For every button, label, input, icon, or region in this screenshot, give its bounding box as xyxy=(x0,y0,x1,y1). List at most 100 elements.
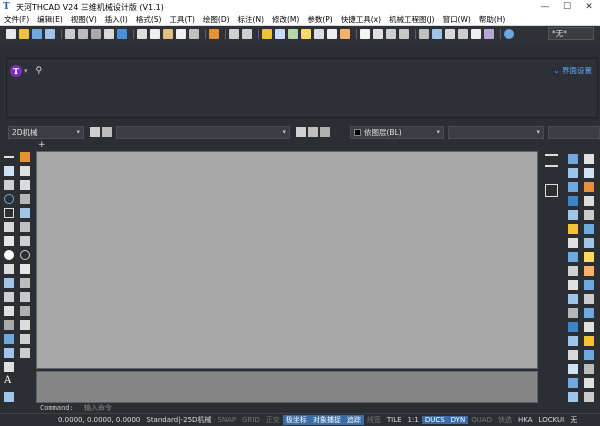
pan-hand-icon[interactable] xyxy=(360,29,370,39)
save-icon[interactable] xyxy=(32,29,42,39)
properties-sliders-icon[interactable] xyxy=(545,154,558,167)
multiline-icon[interactable] xyxy=(20,166,30,176)
toggle-osnap[interactable]: 对象捕捉 xyxy=(309,415,344,425)
command-line[interactable]: Command: 输入命令 xyxy=(34,403,538,413)
mech-tool-icon[interactable] xyxy=(584,364,594,374)
text-icon[interactable]: A xyxy=(4,376,14,386)
mech-tool-icon[interactable] xyxy=(584,196,594,206)
toggle-grid[interactable]: GRID xyxy=(239,416,263,424)
search-icon[interactable]: ⚲ xyxy=(36,66,43,76)
toggle-quad[interactable]: QUAD xyxy=(468,416,495,424)
mech-tool-icon[interactable] xyxy=(584,168,594,178)
mech-tool-icon[interactable] xyxy=(568,168,578,178)
rectangle-icon[interactable] xyxy=(4,208,14,218)
ucs-world-icon[interactable] xyxy=(288,29,298,39)
hatch-icon[interactable] xyxy=(4,264,14,274)
print-icon[interactable] xyxy=(65,29,75,39)
toggle-polar[interactable]: 极坐标 xyxy=(282,415,310,425)
mtext-icon[interactable] xyxy=(4,362,14,372)
drawing-canvas[interactable] xyxy=(36,151,538,369)
mech-tool-icon[interactable] xyxy=(584,238,594,248)
menu-window[interactable]: 窗口(W) xyxy=(439,14,475,25)
toggle-tile[interactable]: TILE xyxy=(384,416,405,424)
xline-icon[interactable] xyxy=(20,152,30,162)
undo-icon[interactable] xyxy=(229,29,239,39)
scale-readout[interactable]: 1:1 xyxy=(405,416,422,424)
copy-icon[interactable] xyxy=(150,29,160,39)
minimize-icon[interactable]: — xyxy=(534,0,556,14)
mech-tool-icon[interactable] xyxy=(584,392,594,402)
donut-icon[interactable] xyxy=(20,250,30,260)
command-input[interactable]: 输入命令 xyxy=(84,404,112,412)
toggle-ortho[interactable]: 正交 xyxy=(263,415,283,425)
design-center-icon[interactable] xyxy=(432,29,442,39)
toggle-dyn[interactable]: DYN xyxy=(447,416,469,424)
calculator-icon[interactable] xyxy=(484,29,494,39)
mech-tool-icon[interactable] xyxy=(584,252,594,262)
helix-icon[interactable] xyxy=(20,306,30,316)
make-block-icon[interactable] xyxy=(20,236,30,246)
mech-tool-icon[interactable] xyxy=(584,154,594,164)
menu-edit[interactable]: 编辑(E) xyxy=(33,14,67,25)
mech-tool-icon[interactable] xyxy=(568,280,578,290)
mech-tool-icon[interactable] xyxy=(568,154,578,164)
mech-tool-icon[interactable] xyxy=(568,210,578,220)
toggle-lockui[interactable]: LOCKUI xyxy=(536,416,568,424)
zoom-realtime-icon[interactable] xyxy=(373,29,383,39)
tool-palette-icon[interactable] xyxy=(445,29,455,39)
mech-tool-icon[interactable] xyxy=(584,308,594,318)
view-box-icon[interactable] xyxy=(327,29,337,39)
point-icon[interactable] xyxy=(4,250,14,260)
mech-tool-icon[interactable] xyxy=(584,182,594,192)
layer-state-icon[interactable] xyxy=(102,127,112,137)
solid-icon[interactable] xyxy=(4,334,14,344)
mech-tool-icon[interactable] xyxy=(568,238,578,248)
toggle-otrack[interactable]: 追踪 xyxy=(343,415,364,425)
arc-icon[interactable] xyxy=(4,180,14,190)
menu-modify[interactable]: 修改(M) xyxy=(268,14,303,25)
print-preview-icon[interactable] xyxy=(78,29,88,39)
toggle-hka[interactable]: HKA xyxy=(515,416,536,424)
table-icon[interactable] xyxy=(4,306,14,316)
cut-icon[interactable] xyxy=(137,29,147,39)
mech-tool-icon[interactable] xyxy=(568,294,578,304)
maximize-icon[interactable]: ☐ xyxy=(556,0,578,14)
mech-tool-icon[interactable] xyxy=(584,266,594,276)
menu-quick-tools[interactable]: 快捷工具(x) xyxy=(337,14,385,25)
divide-icon[interactable] xyxy=(4,320,14,330)
ucs-origin-icon[interactable] xyxy=(301,29,311,39)
mech-tool-icon[interactable] xyxy=(584,224,594,234)
mech-tool-icon[interactable] xyxy=(584,322,594,332)
style-readout[interactable]: Standard|-25D机械 xyxy=(143,415,214,425)
workspace-select[interactable]: 2D机械 ▾ xyxy=(8,126,84,139)
triangle-icon[interactable] xyxy=(20,180,30,190)
snap-pick-icon[interactable] xyxy=(262,29,272,39)
properties-icon[interactable] xyxy=(419,29,429,39)
annotation-scale[interactable]: 无 xyxy=(567,415,580,425)
menu-draw[interactable]: 绘图(D) xyxy=(199,14,234,25)
mech-tool-icon[interactable] xyxy=(568,322,578,332)
publish-icon[interactable] xyxy=(104,29,114,39)
gradient-icon[interactable] xyxy=(20,264,30,274)
clipboard-icon[interactable] xyxy=(189,29,199,39)
toggle-quick-select[interactable]: 快选 xyxy=(495,415,515,425)
zoom-window-icon[interactable] xyxy=(386,29,396,39)
shade-icon[interactable] xyxy=(340,29,350,39)
new-file-icon[interactable] xyxy=(6,29,16,39)
add-tab-icon[interactable]: + xyxy=(38,140,46,150)
insert-block-icon[interactable] xyxy=(4,236,14,246)
menu-tools[interactable]: 工具(T) xyxy=(165,14,198,25)
sheet-set-icon[interactable] xyxy=(458,29,468,39)
mech-tool-icon[interactable] xyxy=(568,336,578,346)
save-as-icon[interactable] xyxy=(45,29,55,39)
mech-tool-icon[interactable] xyxy=(584,336,594,346)
trace-icon[interactable] xyxy=(20,334,30,344)
mech-tool-icon[interactable] xyxy=(568,252,578,262)
app-menu-icon[interactable]: T xyxy=(10,65,22,77)
line-icon[interactable] xyxy=(4,156,14,158)
zoom-previous-icon[interactable] xyxy=(399,29,409,39)
ucs-select[interactable]: *无* xyxy=(548,27,594,40)
polygon-icon[interactable] xyxy=(20,194,30,204)
menu-parameters[interactable]: 参数(P) xyxy=(303,14,336,25)
3d-cube-icon[interactable] xyxy=(117,29,127,39)
